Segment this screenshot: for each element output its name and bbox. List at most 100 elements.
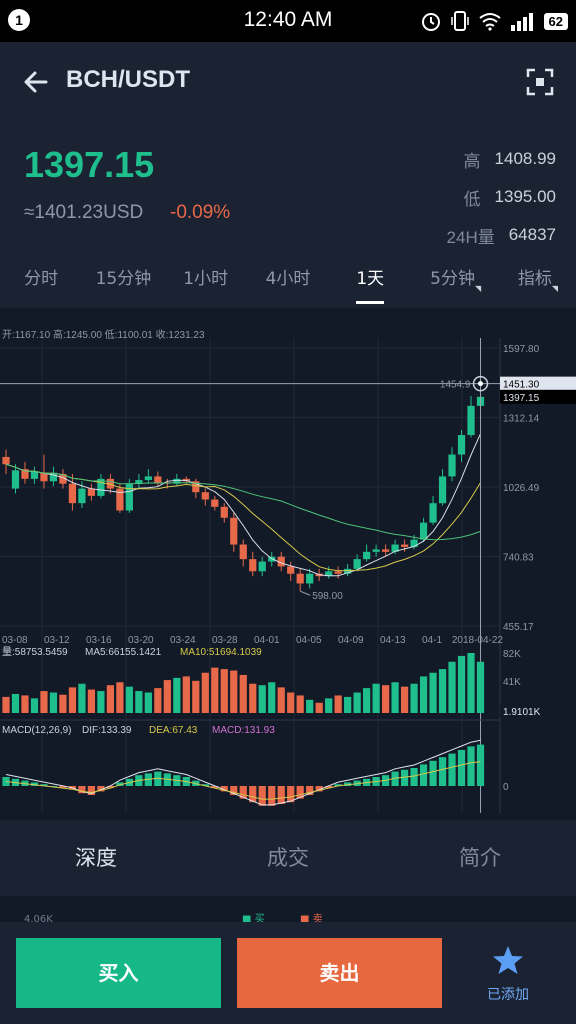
candle bbox=[249, 559, 257, 572]
stats-panel: 高 1408.99 低 1395.00 24H量 64837 bbox=[356, 140, 556, 254]
macd-bar bbox=[419, 764, 428, 786]
volume-bar bbox=[306, 699, 314, 713]
volume-bar bbox=[40, 691, 48, 713]
volume-bar bbox=[296, 695, 304, 713]
volume-bar bbox=[97, 691, 105, 713]
candle bbox=[457, 435, 466, 455]
macd-bar bbox=[410, 768, 418, 786]
volume-bar bbox=[344, 696, 352, 713]
volume-bar bbox=[192, 680, 200, 713]
dea-label: DEA:67.43 bbox=[149, 725, 198, 736]
price-usd: ≈1401.23USD bbox=[24, 202, 144, 223]
tab-indicators[interactable]: 指标 ◥ bbox=[494, 258, 576, 306]
macd-bar bbox=[438, 757, 447, 786]
macd-label: MACD(12,26,9) bbox=[2, 725, 71, 736]
stat-value: 64837 bbox=[508, 225, 556, 244]
volume-ma5-label: MA5:66155.1421 bbox=[85, 647, 162, 658]
date-label: 04-01 bbox=[254, 635, 280, 646]
candle bbox=[11, 470, 20, 489]
status-icons: 62 bbox=[420, 8, 568, 34]
date-label: 04-13 bbox=[380, 635, 406, 646]
candle bbox=[258, 561, 266, 572]
stat-label: 高 bbox=[463, 151, 481, 171]
date-label: 04-09 bbox=[338, 635, 364, 646]
sell-button[interactable]: 卖出 bbox=[237, 938, 442, 1008]
tab-label: 4小时 bbox=[265, 269, 311, 289]
candle bbox=[296, 573, 304, 584]
macd-bar bbox=[448, 753, 456, 786]
volume-bar bbox=[287, 692, 295, 713]
candle bbox=[201, 492, 209, 500]
crosshair-dot bbox=[478, 381, 484, 387]
tab-1day[interactable]: 1天 bbox=[329, 258, 411, 306]
alarm-icon bbox=[421, 13, 440, 31]
volume-bar bbox=[268, 682, 276, 713]
volume-bar bbox=[220, 669, 228, 713]
volume-bar bbox=[11, 693, 20, 713]
tab-trades[interactable]: 成交 bbox=[192, 822, 384, 894]
candle bbox=[87, 488, 96, 496]
price-tick-label: 1312.14 bbox=[503, 414, 540, 425]
volume-bar bbox=[30, 698, 39, 713]
kline-chart[interactable]: 开:1167.10 高:1245.00 低:1100.01 收:1231.23 1… bbox=[0, 308, 576, 820]
volume-bar bbox=[59, 694, 67, 713]
date-label: 03-24 bbox=[170, 635, 196, 646]
macd-bar bbox=[467, 746, 475, 786]
price-tick-label: 1597.80 bbox=[503, 344, 540, 355]
chart-canvas[interactable]: 开:1167.10 高:1245.00 低:1100.01 收:1231.23 1… bbox=[0, 308, 576, 820]
pair-title: BCH/USDT bbox=[66, 66, 190, 93]
candle bbox=[287, 566, 295, 574]
buy-button[interactable]: 买入 bbox=[16, 938, 221, 1008]
date-label: 2018-04-22 bbox=[452, 635, 504, 646]
volume-bar bbox=[467, 653, 475, 713]
volume-bar bbox=[457, 655, 466, 713]
volume-bar bbox=[363, 688, 371, 713]
wifi-icon bbox=[478, 13, 501, 31]
fullscreen-icon[interactable] bbox=[526, 68, 554, 96]
date-label: 03-28 bbox=[212, 635, 238, 646]
ohlc-label: 开:1167.10 高:1245.00 低:1100.01 收:1231.23 bbox=[2, 328, 205, 341]
favorite-button[interactable]: 已添加 bbox=[458, 938, 558, 1008]
volume-bar bbox=[419, 676, 428, 713]
date-label: 04-1 bbox=[422, 635, 442, 646]
macd-bar bbox=[429, 760, 437, 786]
volume-tick-label: 82K bbox=[503, 649, 521, 660]
tab-label: 分时 bbox=[24, 269, 59, 289]
volume-bar bbox=[448, 661, 456, 713]
tab-5min-dropdown[interactable]: 5分钟 ◥ bbox=[411, 258, 493, 306]
back-arrow-icon[interactable] bbox=[20, 66, 52, 98]
candle bbox=[382, 549, 390, 552]
tab-timeshare[interactable]: 分时 bbox=[0, 258, 82, 306]
tab-1hour[interactable]: 1小时 bbox=[165, 258, 247, 306]
volume-bar bbox=[476, 661, 485, 713]
volume-bar bbox=[410, 683, 418, 713]
price-tick-label: 1026.49 bbox=[503, 483, 540, 494]
tab-15min[interactable]: 15分钟 bbox=[82, 258, 164, 306]
volume-bar bbox=[429, 672, 437, 713]
tab-intro[interactable]: 简介 bbox=[384, 822, 576, 894]
stat-volume: 24H量 64837 bbox=[356, 216, 556, 254]
tab-depth[interactable]: 深度 bbox=[0, 822, 192, 894]
macd-bar bbox=[476, 744, 485, 786]
volume-bar bbox=[49, 692, 58, 713]
tab-4hour[interactable]: 4小时 bbox=[247, 258, 329, 306]
volume-bar bbox=[78, 683, 86, 713]
candle bbox=[220, 506, 228, 518]
crosshair-high-label: 1454.9 bbox=[440, 380, 471, 391]
vibrate-icon bbox=[450, 11, 469, 31]
candle bbox=[429, 503, 437, 523]
stat-label: 24H量 bbox=[446, 227, 495, 247]
candle bbox=[144, 476, 152, 481]
date-label: 04-05 bbox=[296, 635, 322, 646]
candle bbox=[211, 499, 219, 507]
low-label: 598.00 bbox=[312, 591, 343, 602]
candle bbox=[306, 573, 314, 584]
candle bbox=[372, 549, 380, 552]
dif-label: DIF:133.39 bbox=[82, 725, 132, 736]
candle bbox=[419, 522, 428, 540]
macd-bar bbox=[268, 786, 276, 806]
volume-bar bbox=[400, 686, 409, 713]
volume-bar bbox=[230, 670, 238, 713]
stat-low: 低 1395.00 bbox=[356, 178, 556, 216]
info-tabs: 深度 成交 简介 bbox=[0, 822, 576, 894]
